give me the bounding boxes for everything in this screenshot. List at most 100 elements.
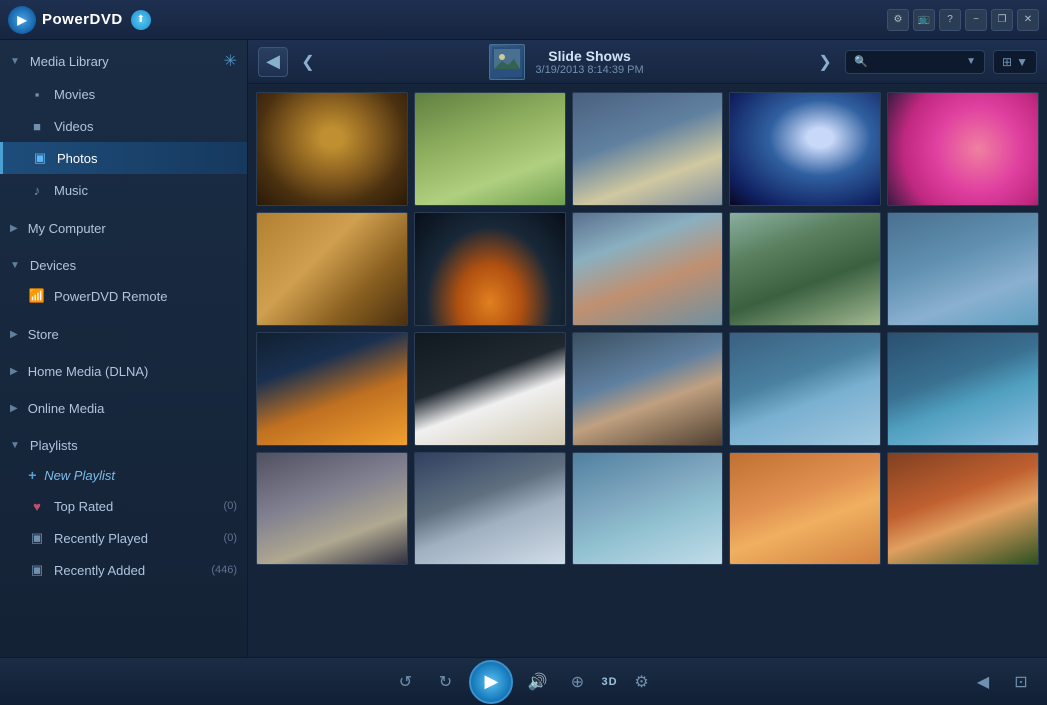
- photo-item[interactable]: [572, 92, 724, 206]
- expand-arrow-playlists: ▼: [10, 440, 20, 451]
- content-info: Slide Shows 3/19/2013 8:14:39 PM: [328, 44, 805, 80]
- sidebar-section-playlists[interactable]: ▼ Playlists: [0, 431, 247, 460]
- expand-arrow-my-computer: ▶: [10, 223, 18, 234]
- search-icon: 🔍: [854, 55, 868, 68]
- content-date: 3/19/2013 8:14:39 PM: [535, 64, 643, 76]
- view-toggle-button[interactable]: ⊞ ▼: [993, 50, 1037, 74]
- sidebar-item-top-rated[interactable]: ♥ Top Rated (0): [0, 490, 247, 522]
- expand-icon[interactable]: ◀: [967, 666, 999, 698]
- sidebar-item-recently-played[interactable]: ▣ Recently Played (0): [0, 522, 247, 554]
- content-toolbar: ◀ ❮ Slide Shows 3/19/2013 8:14:39 PM ❯: [248, 40, 1047, 84]
- recently-played-icon: ▣: [28, 529, 46, 547]
- music-icon: ♪: [28, 181, 46, 199]
- restore-btn[interactable]: ❐: [991, 9, 1013, 31]
- back-button[interactable]: ◀: [258, 47, 288, 77]
- store-section: ▶ Store: [0, 316, 247, 353]
- sidebar: ▼ Media Library ✳ ▪ Movies ■ Videos ▣ Ph…: [0, 40, 248, 657]
- zoom-button[interactable]: ⊕: [561, 666, 593, 698]
- sidebar-item-movies[interactable]: ▪ Movies: [0, 78, 247, 110]
- photo-item[interactable]: [572, 332, 724, 446]
- sidebar-item-videos[interactable]: ■ Videos: [0, 110, 247, 142]
- play-button[interactable]: ▶: [469, 660, 513, 704]
- photo-item[interactable]: [887, 452, 1039, 566]
- settings-btn[interactable]: ⚙: [887, 9, 909, 31]
- photo-item[interactable]: [729, 212, 881, 326]
- photo-item[interactable]: [572, 452, 724, 566]
- search-box[interactable]: 🔍 ▼: [845, 50, 985, 74]
- photo-item[interactable]: [414, 332, 566, 446]
- photo-item[interactable]: [729, 92, 881, 206]
- app-logo: ▶: [8, 6, 36, 34]
- sidebar-item-home-media[interactable]: ▶ Home Media (DLNA): [0, 357, 247, 386]
- photo-item[interactable]: [256, 332, 408, 446]
- search-input[interactable]: [872, 55, 962, 69]
- my-computer-section: ▶ My Computer: [0, 210, 247, 247]
- movies-icon: ▪: [28, 85, 46, 103]
- photo-item[interactable]: [887, 92, 1039, 206]
- volume-button[interactable]: 🔊: [521, 666, 553, 698]
- online-media-section: ▶ Online Media: [0, 390, 247, 427]
- sidebar-item-online-media[interactable]: ▶ Online Media: [0, 394, 247, 423]
- tv-mode-btn[interactable]: 📺: [913, 9, 935, 31]
- rewind-button[interactable]: ↺: [389, 666, 421, 698]
- photos-icon: ▣: [31, 149, 49, 167]
- sidebar-section-media-library[interactable]: ▼ Media Library ✳: [0, 44, 247, 78]
- photo-item[interactable]: [887, 332, 1039, 446]
- sidebar-item-recently-added[interactable]: ▣ Recently Added (446): [0, 554, 247, 586]
- expand-arrow-home-media: ▶: [10, 366, 18, 377]
- photo-item[interactable]: [414, 452, 566, 566]
- bottombar: ↺ ↻ ▶ 🔊 ⊕ 3D ⚙ ◀ ⊡: [0, 657, 1047, 705]
- search-dropdown-icon[interactable]: ▼: [966, 56, 976, 67]
- media-library-section: ▼ Media Library ✳ ▪ Movies ■ Videos ▣ Ph…: [0, 40, 247, 210]
- plus-icon: +: [28, 467, 36, 483]
- photo-grid: [248, 84, 1047, 657]
- bottom-right-controls: ◀ ⊡: [967, 666, 1037, 698]
- photo-item[interactable]: [256, 212, 408, 326]
- expand-arrow-media-library: ▼: [10, 56, 20, 67]
- loading-icon: ✳: [224, 51, 237, 71]
- 3d-badge[interactable]: 3D: [601, 676, 617, 688]
- photo-item[interactable]: [414, 92, 566, 206]
- window-controls: ⚙ 📺 ? − ❐ ✕: [887, 9, 1039, 31]
- sidebar-item-new-playlist[interactable]: + New Playlist: [0, 460, 247, 490]
- sidebar-item-photos[interactable]: ▣ Photos: [0, 142, 247, 174]
- photo-item[interactable]: [887, 212, 1039, 326]
- sidebar-item-music[interactable]: ♪ Music: [0, 174, 247, 206]
- photo-item[interactable]: [256, 92, 408, 206]
- playlists-section: ▼ Playlists + New Playlist ♥ Top Rated (…: [0, 427, 247, 590]
- view-dropdown-icon[interactable]: ▼: [1016, 55, 1028, 69]
- forward-button[interactable]: ↻: [429, 666, 461, 698]
- app-name: PowerDVD: [42, 11, 123, 28]
- photo-item[interactable]: [414, 212, 566, 326]
- content-info-text: Slide Shows 3/19/2013 8:14:39 PM: [535, 48, 643, 76]
- main-layout: ▼ Media Library ✳ ▪ Movies ■ Videos ▣ Ph…: [0, 40, 1047, 657]
- heart-icon: ♥: [28, 497, 46, 515]
- content-area: ◀ ❮ Slide Shows 3/19/2013 8:14:39 PM ❯: [248, 40, 1047, 657]
- content-thumbnail: [489, 44, 525, 80]
- expand-arrow-devices: ▼: [10, 260, 20, 271]
- photo-item[interactable]: [729, 332, 881, 446]
- content-title: Slide Shows: [535, 48, 643, 64]
- expand-arrow-store: ▶: [10, 329, 18, 340]
- devices-section: ▼ Devices 📶 PowerDVD Remote: [0, 247, 247, 316]
- photo-item[interactable]: [729, 452, 881, 566]
- settings-playback-button[interactable]: ⚙: [626, 666, 658, 698]
- remote-icon: 📶: [28, 287, 46, 305]
- next-button[interactable]: ❯: [813, 50, 837, 74]
- layout-icon[interactable]: ⊡: [1005, 666, 1037, 698]
- titlebar: ▶ PowerDVD ⬆ ⚙ 📺 ? − ❐ ✕: [0, 0, 1047, 40]
- photo-item[interactable]: [256, 452, 408, 566]
- update-icon[interactable]: ⬆: [131, 10, 151, 30]
- photo-item[interactable]: [572, 212, 724, 326]
- sidebar-section-devices[interactable]: ▼ Devices: [0, 251, 247, 280]
- sidebar-item-powerdvd-remote[interactable]: 📶 PowerDVD Remote: [0, 280, 247, 312]
- close-btn[interactable]: ✕: [1017, 9, 1039, 31]
- sidebar-item-my-computer[interactable]: ▶ My Computer: [0, 214, 247, 243]
- prev-button[interactable]: ❮: [296, 50, 320, 74]
- sidebar-item-store[interactable]: ▶ Store: [0, 320, 247, 349]
- minimize-btn[interactable]: −: [965, 9, 987, 31]
- videos-icon: ■: [28, 117, 46, 135]
- expand-arrow-online-media: ▶: [10, 403, 18, 414]
- recently-added-icon: ▣: [28, 561, 46, 579]
- help-btn[interactable]: ?: [939, 9, 961, 31]
